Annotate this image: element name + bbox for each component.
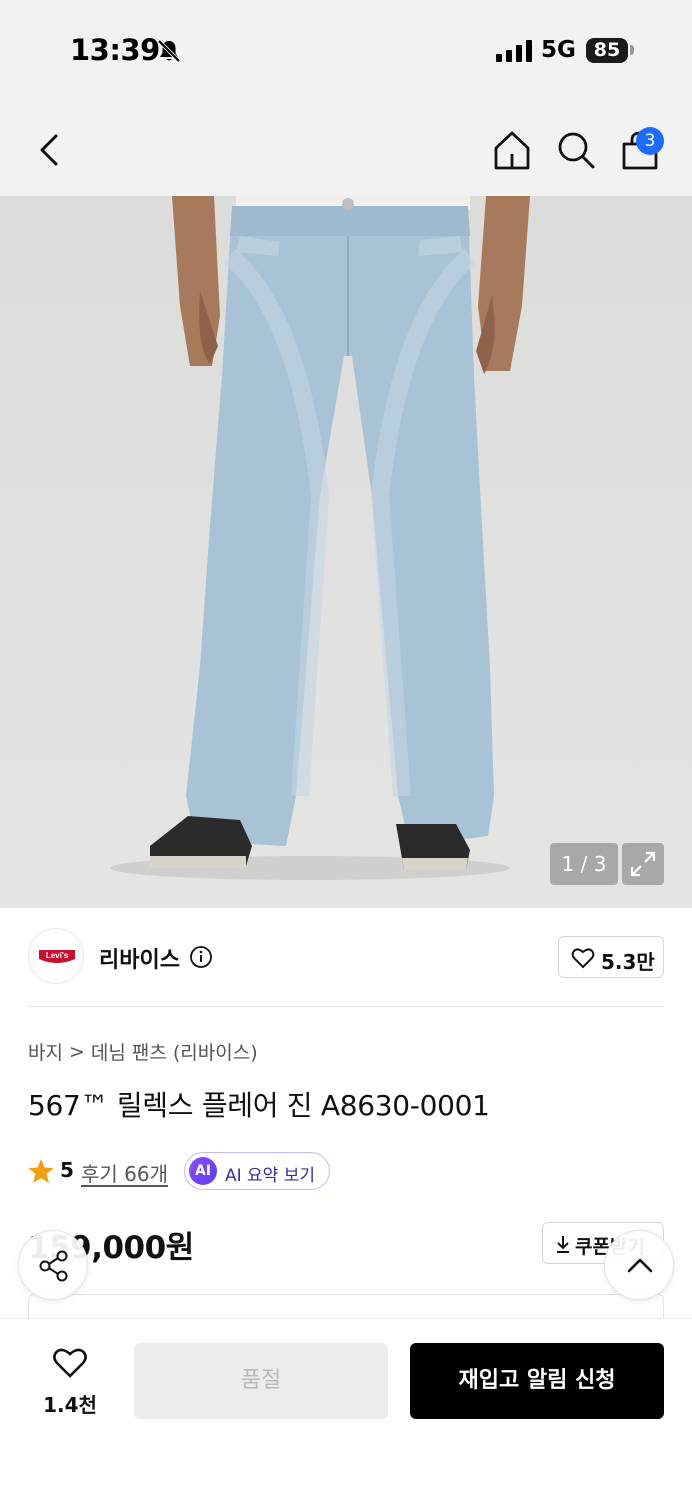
- review-link[interactable]: 후기 66개: [81, 1158, 168, 1187]
- bottom-action-bar: 1.4천 품절 재입고 알림 신청: [0, 1318, 692, 1500]
- product-photo: [110, 196, 530, 880]
- cart-count-badge: 3: [636, 127, 664, 155]
- status-bar: 13:39 5G 85: [0, 0, 692, 100]
- breadcrumb-separator: >: [68, 1040, 85, 1063]
- breadcrumb: 바지 > 데님 팬츠 (리바이스): [28, 1038, 258, 1065]
- expand-button[interactable]: [622, 843, 664, 885]
- image-counter: 1 / 3: [550, 843, 618, 885]
- product-image-gallery[interactable]: 1 / 3: [0, 196, 692, 908]
- search-icon[interactable]: [554, 128, 598, 172]
- expand-icon: [630, 851, 656, 877]
- breadcrumb-item-pants[interactable]: 바지: [28, 1042, 63, 1064]
- battery-icon: 85: [586, 38, 628, 63]
- back-icon[interactable]: [30, 128, 70, 172]
- status-time: 13:39: [70, 33, 160, 67]
- brand-name[interactable]: 리바이스: [99, 942, 180, 974]
- share-icon: [39, 1250, 68, 1282]
- wishlist-count: 1.4천: [43, 1393, 97, 1417]
- top-nav-bar: [0, 100, 692, 196]
- share-button[interactable]: [18, 1230, 88, 1300]
- brand-like-count: 5.3만: [601, 950, 655, 974]
- heart-outline-icon: [53, 1348, 87, 1378]
- rating-row: 5 후기 66개 AI AI 요약 보기: [28, 1152, 668, 1192]
- star-icon: [28, 1159, 54, 1183]
- wishlist-button[interactable]: 1.4천: [30, 1343, 110, 1423]
- brand-like-button[interactable]: 5.3만: [558, 936, 664, 978]
- network-label: 5G: [541, 37, 576, 63]
- breadcrumb-item-denim[interactable]: 데님 팬츠 (리바이스): [91, 1042, 258, 1064]
- info-icon[interactable]: [189, 945, 213, 969]
- soldout-button: 품절: [134, 1343, 388, 1419]
- ai-badge-icon: AI: [189, 1157, 217, 1185]
- home-icon[interactable]: [490, 128, 534, 172]
- levis-logo: Levi's: [39, 950, 75, 963]
- chevron-up-icon: [627, 1258, 653, 1273]
- section-divider: [28, 1006, 664, 1007]
- ai-summary-button[interactable]: AI AI 요약 보기: [184, 1152, 330, 1190]
- signal-icon: [496, 40, 532, 62]
- brand-row[interactable]: Levi's 리바이스 5.3만: [28, 928, 664, 986]
- restock-alert-button[interactable]: 재입고 알림 신청: [410, 1343, 664, 1419]
- battery-tip: [630, 45, 634, 55]
- ai-summary-label: AI 요약 보기: [225, 1166, 316, 1186]
- bell-muted-icon: [157, 39, 181, 63]
- svg-text:Levi's: Levi's: [46, 951, 69, 960]
- heart-outline-icon: [571, 948, 595, 969]
- product-title: 567™ 릴렉스 플레어 진 A8630-0001: [28, 1089, 490, 1122]
- rating-value: 5: [60, 1158, 74, 1182]
- download-icon: [557, 1236, 569, 1253]
- scroll-top-button[interactable]: [604, 1230, 674, 1300]
- brand-logo[interactable]: Levi's: [28, 928, 84, 984]
